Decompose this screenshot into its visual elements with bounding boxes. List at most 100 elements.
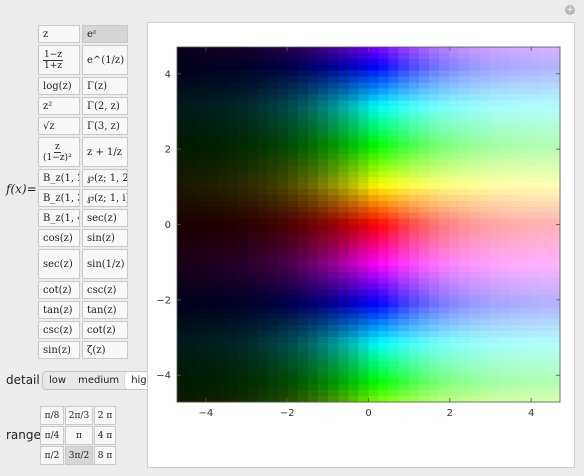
heatmap-cell [348,47,360,54]
heatmap-cell [308,64,319,72]
range-option[interactable]: π [65,426,93,445]
function-option[interactable]: tan(z) [82,301,128,319]
heatmap-cell [267,106,279,113]
heatmap-cell [529,230,541,237]
function-option[interactable]: B_z(1, 2) [38,169,80,187]
reset-button[interactable]: + [565,5,575,15]
heatmap-cell [368,277,380,285]
function-option[interactable]: B_z(1, 4) [38,209,80,227]
heatmap-cell [418,230,430,237]
heatmap-cell [348,242,360,249]
heatmap-cell [428,307,440,314]
function-option[interactable]: sin(z) [82,229,128,247]
heatmap-cell [368,159,380,166]
function-option[interactable]: tan(z) [38,301,80,319]
heatmap-cell [509,88,521,95]
function-option[interactable]: ℘(z; 1, i) [82,189,128,207]
heatmap-cell [177,47,188,54]
function-option[interactable]: cos(z) [38,229,80,247]
range-option[interactable]: 3π/2 [65,446,93,465]
heatmap-cell [489,118,501,125]
heatmap-cell [509,242,521,249]
function-option[interactable]: √z [38,117,80,135]
function-option[interactable]: sin(z) [38,341,80,359]
heatmap-cell [519,100,531,107]
function-option[interactable]: z (1−z)² [38,137,80,167]
heatmap-cell [529,165,541,172]
heatmap-cell [519,360,531,368]
heatmap-cell [227,106,239,113]
heatmap-cell [287,283,299,291]
domain-coloring-plot[interactable]: −4 −2 0 2 4−4−2024 [148,23,574,467]
function-option[interactable]: sin(1/z) [82,249,128,279]
range-option[interactable]: 4 π [94,426,116,445]
function-option[interactable]: z + 1/z [82,137,128,167]
function-option[interactable]: Γ(3, z) [82,117,128,135]
function-option[interactable]: cot(z) [82,321,128,339]
function-option[interactable]: 1−z 1+z [38,45,80,75]
heatmap-cell [247,325,259,332]
function-option[interactable]: e^(1/z) [82,45,128,75]
function-option[interactable]: Γ(2, z) [82,97,128,115]
heatmap-cell [348,206,360,214]
heatmap-cell [549,260,561,267]
heatmap-cell [459,254,470,261]
heatmap-cell [439,307,450,314]
heatmap-cell [308,159,319,166]
heatmap-cell [509,123,521,131]
heatmap-cell [549,106,561,113]
function-label: f(x)= [6,182,37,196]
detail-option-low[interactable]: low [43,372,72,389]
heatmap-cell [428,100,440,107]
heatmap-cell [308,106,319,113]
function-option[interactable]: sec(z) [82,209,128,227]
function-option[interactable]: sec(z) [38,249,80,279]
function-option[interactable]: cot(z) [38,281,80,299]
function-option[interactable]: eᶻ [82,25,128,43]
range-option[interactable]: π/8 [40,406,64,425]
function-option[interactable]: csc(z) [38,321,80,339]
heatmap-cell [449,325,460,332]
heatmap-cell [287,271,299,279]
heatmap-cell [247,265,259,273]
function-option[interactable]: log(z) [38,77,80,95]
heatmap-cell [277,118,289,125]
heatmap-cell [499,171,511,178]
heatmap-cell [368,236,380,243]
function-option[interactable]: z [38,25,80,43]
heatmap-cell [469,342,480,350]
heatmap-cell [197,336,208,344]
range-option[interactable]: 8 π [94,446,116,465]
detail-option-medium[interactable]: medium [72,372,125,389]
heatmap-cell [418,64,430,72]
heatmap-cell [197,295,208,303]
heatmap-cell [207,390,218,397]
heatmap-cell [358,230,370,237]
heatmap-cell [348,52,360,60]
function-option[interactable]: ℘(z; 1, 2) [82,169,128,187]
heatmap-cell [177,354,188,362]
range-option[interactable]: 2π/3 [65,406,93,425]
function-option[interactable]: B_z(1, 3) [38,189,80,207]
heatmap-cell [368,82,380,90]
heatmap-cell [489,265,501,273]
heatmap-cell [318,206,329,214]
heatmap-cell [479,112,491,119]
function-option[interactable]: csc(z) [82,281,128,299]
heatmap-cell [489,242,501,249]
range-option[interactable]: π/4 [40,426,64,445]
function-option[interactable]: ζ(z) [82,341,128,359]
range-option[interactable]: 2 π [94,406,116,425]
heatmap-cell [318,177,329,184]
range-option[interactable]: π/2 [40,446,64,465]
heatmap-cell [479,331,491,338]
heatmap-cell [207,88,218,95]
heatmap-cell [267,189,279,196]
heatmap-cell [418,58,430,66]
heatmap-cell [418,153,430,161]
function-option[interactable]: Γ(z) [82,77,128,95]
heatmap-cell [499,70,511,78]
heatmap-cell [539,331,551,338]
function-option[interactable]: z² [38,97,80,115]
heatmap-cell [459,384,470,391]
